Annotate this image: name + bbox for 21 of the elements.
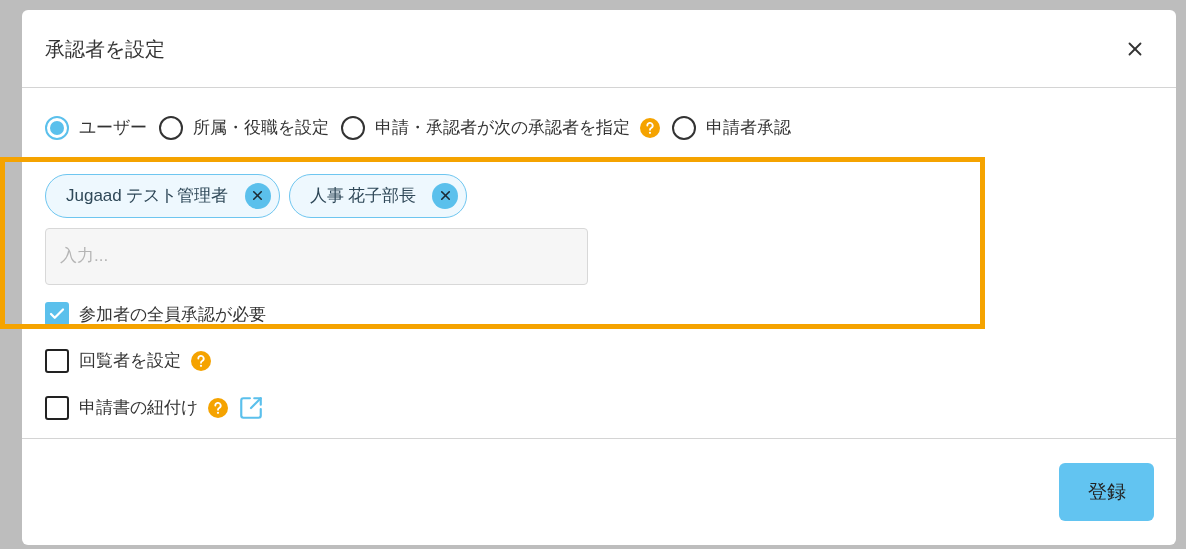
- dialog-title: 承認者を設定: [45, 36, 165, 62]
- checkbox[interactable]: [45, 348, 69, 373]
- remove-icon[interactable]: [244, 182, 271, 209]
- checkbox-label[interactable]: 回覧者を設定: [79, 348, 181, 374]
- chip-label: 人事 花子部長: [309, 184, 417, 207]
- chip-label: Jugaad テスト管理者: [66, 184, 229, 207]
- radio-button[interactable]: [341, 115, 365, 140]
- checkbox[interactable]: [45, 302, 69, 327]
- checkbox-label[interactable]: 参加者の全員承認が必要: [79, 301, 266, 327]
- input-field[interactable]: 入力...: [45, 227, 588, 285]
- remove-icon[interactable]: [432, 182, 459, 209]
- radio-label[interactable]: ユーザー: [79, 115, 147, 141]
- checkbox-label[interactable]: 申請書の紐付け: [79, 394, 198, 421]
- submit-button[interactable]: 登録: [1059, 463, 1154, 521]
- checkbox[interactable]: [45, 395, 69, 420]
- radio-label[interactable]: 申請・承認者が次の承認者を指定: [375, 115, 630, 141]
- radio-label[interactable]: 所属・役職を設定: [193, 115, 329, 141]
- radio-button[interactable]: [45, 115, 69, 140]
- radio-label[interactable]: 申請者承認: [706, 115, 791, 141]
- radio-button[interactable]: [159, 115, 183, 140]
- radio-button[interactable]: [672, 115, 696, 140]
